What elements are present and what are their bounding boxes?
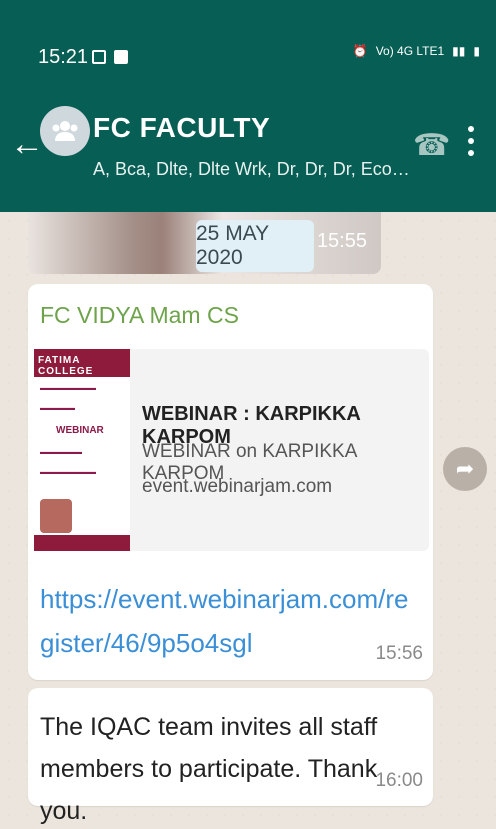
battery-icon: ▮ xyxy=(473,44,480,58)
group-members[interactable]: A, Bca, Dlte, Dlte Wrk, Dr, Dr, Dr, Econ… xyxy=(93,159,413,180)
status-time: 15:21 xyxy=(38,46,89,68)
status-indicators: ⏰ Vo) 4G LTE1 ▮▮ ▮ xyxy=(353,44,480,58)
chat-header: ← FC FACULTY A, Bca, Dlte, Dlte Wrk, Dr,… xyxy=(0,88,496,212)
link-message-bubble[interactable]: FC VIDYA Mam CS FATIMA COLLEGE ▬▬▬▬▬▬▬▬ … xyxy=(28,284,433,680)
speaker-photo xyxy=(40,499,72,533)
back-arrow-icon[interactable]: ← xyxy=(10,124,44,164)
thumb-college: FATIMA COLLEGE xyxy=(38,355,94,377)
signal-icon: ▮▮ xyxy=(452,44,466,58)
gallery-icon xyxy=(92,50,106,64)
text-message-bubble[interactable]: The IQAC team invites all staff members … xyxy=(28,688,433,825)
check-icon xyxy=(114,50,128,64)
preview-domain: event.webinarjam.com xyxy=(142,476,333,497)
message-text: The IQAC team invites all staff members … xyxy=(40,713,378,825)
add-call-icon[interactable]: ☎ xyxy=(413,128,450,163)
forward-icon[interactable]: ➦ xyxy=(443,447,487,491)
link-preview-card[interactable]: FATIMA COLLEGE ▬▬▬▬▬▬▬▬ ▬▬▬▬▬ WEBINAR ▬▬… xyxy=(34,349,429,551)
network-label: Vo) 4G LTE1 xyxy=(375,44,445,58)
alarm-icon: ⏰ xyxy=(352,44,368,58)
group-icon xyxy=(52,121,78,141)
group-avatar[interactable] xyxy=(40,106,90,156)
thumb-webinar: WEBINAR xyxy=(56,425,104,436)
sender-name: FC VIDYA Mam CS xyxy=(40,302,239,328)
message-time: 15:55 xyxy=(316,230,367,252)
preview-thumbnail: FATIMA COLLEGE ▬▬▬▬▬▬▬▬ ▬▬▬▬▬ WEBINAR ▬▬… xyxy=(34,349,130,551)
date-chip: 25 MAY 2020 xyxy=(196,220,314,272)
group-name[interactable]: FC FACULTY xyxy=(93,112,270,144)
status-bar: 15:21 ⏰ Vo) 4G LTE1 ▮▮ ▮ xyxy=(0,0,496,88)
more-options-icon[interactable] xyxy=(466,126,476,162)
message-time: 16:00 xyxy=(375,770,423,791)
message-link[interactable]: https://event.webinarjam.com/register/46… xyxy=(40,577,420,665)
message-time: 15:56 xyxy=(375,643,423,664)
